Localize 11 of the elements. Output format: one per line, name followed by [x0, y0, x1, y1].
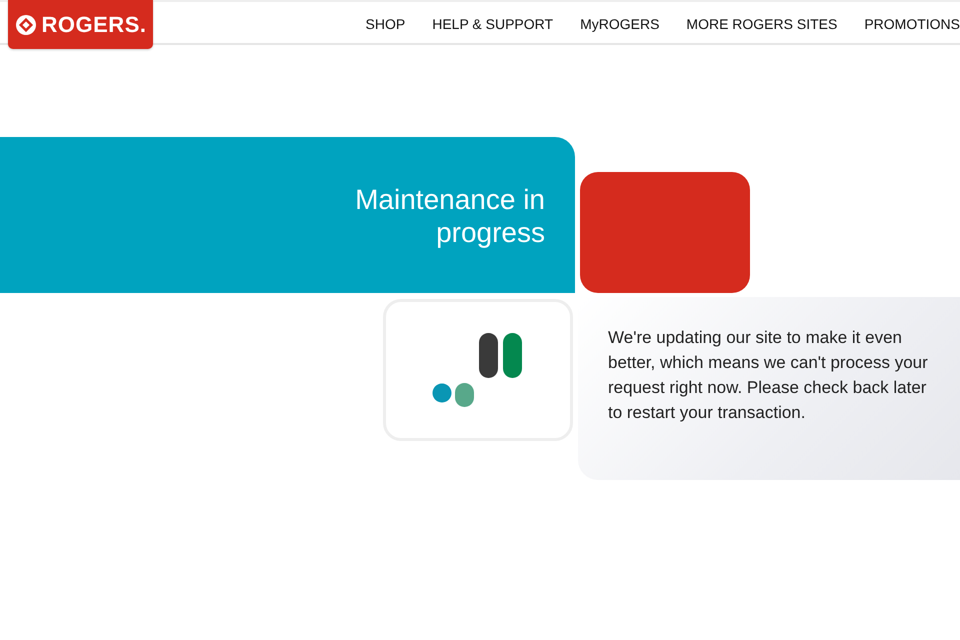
bars-and-dots-icon [432, 333, 524, 407]
nav-link[interactable]: MyROGERS [580, 16, 660, 32]
nav-link[interactable]: HELP & SUPPORT [432, 16, 554, 32]
banner-title: Maintenance in progress [354, 183, 545, 249]
nav-link[interactable]: MORE ROGERS SITES [686, 16, 838, 32]
logo-text: ROGERS. [42, 12, 146, 38]
logo[interactable]: ROGERS. [8, 0, 153, 49]
nav-link[interactable]: SHOP [366, 16, 406, 32]
message-text: We're updating our site to make it even better, which means we can't process your request right now. Please check back later to restart your transaction. [608, 327, 929, 424]
nav-link[interactable]: PROMOTIONS [864, 16, 960, 32]
logo-icon [14, 14, 37, 36]
